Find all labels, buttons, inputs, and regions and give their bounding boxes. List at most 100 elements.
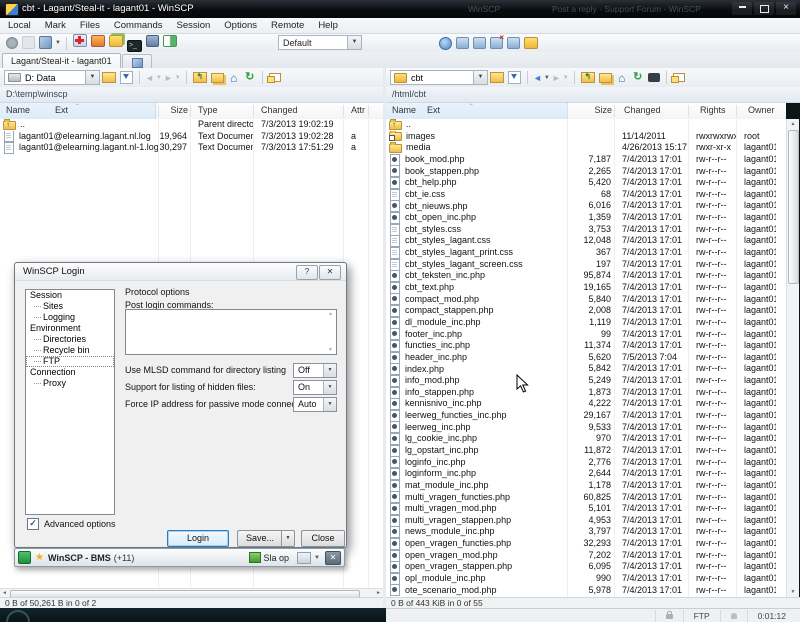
scroll-left-icon[interactable]: ◄ bbox=[0, 590, 9, 597]
column-owner[interactable]: Owner bbox=[748, 105, 775, 115]
remote-file-list[interactable]: ..images11/14/2011rwxrwxrwxrootmedia4/26… bbox=[386, 119, 786, 597]
refresh-icon[interactable]: ↻ bbox=[632, 72, 644, 84]
forward-icon[interactable]: ► bbox=[552, 73, 561, 83]
tree-item-directories[interactable]: Directories bbox=[26, 334, 114, 345]
table-row[interactable]: footer_inc.php997/4/2013 17:01rw-r--r--l… bbox=[386, 329, 786, 341]
scrollbar-thumb[interactable] bbox=[788, 130, 799, 284]
table-row[interactable]: info_mod.php5,2497/4/2013 17:01rw-r--r--… bbox=[386, 375, 786, 387]
column-ext[interactable]: Ext bbox=[427, 105, 440, 115]
stored-sessions-dropdown-icon[interactable]: ▼ bbox=[55, 40, 61, 46]
option-select[interactable]: Auto▼ bbox=[293, 397, 337, 412]
add-symlink-icon[interactable] bbox=[269, 73, 281, 82]
filter-icon[interactable] bbox=[508, 71, 521, 84]
directory-tree-icon[interactable] bbox=[599, 73, 612, 83]
column-ext[interactable]: Ext bbox=[55, 105, 68, 115]
column-changed[interactable]: Changed bbox=[624, 105, 661, 115]
save-button[interactable]: Save... ▼ bbox=[237, 530, 295, 547]
table-row[interactable]: cbt_help.php5,4207/4/2013 17:01rw-r--r--… bbox=[386, 177, 786, 189]
filter-icon[interactable] bbox=[120, 71, 133, 84]
bms-save-button[interactable]: Sla op bbox=[264, 553, 290, 563]
parent-directory-icon[interactable]: ↰ bbox=[193, 72, 207, 83]
table-row[interactable]: lg_opstart_inc.php11,8727/4/2013 17:01rw… bbox=[386, 445, 786, 457]
back-icon[interactable]: ◄ bbox=[533, 73, 542, 83]
column-type[interactable]: Type bbox=[198, 105, 218, 115]
scroll-up-icon[interactable]: ▲ bbox=[788, 119, 798, 129]
compare-directories-icon[interactable] bbox=[109, 35, 123, 47]
new-session-tab[interactable] bbox=[122, 54, 152, 69]
option-select[interactable]: Off▼ bbox=[293, 363, 337, 378]
advanced-options-checkbox[interactable]: ✓ Advanced options bbox=[27, 518, 116, 530]
table-row[interactable]: open_vragen_mod.php7,2027/4/2013 17:01rw… bbox=[386, 550, 786, 562]
queue-disabled-icon[interactable] bbox=[22, 36, 35, 49]
table-row[interactable]: dl_module_inc.php1,1197/4/2013 17:01rw-r… bbox=[386, 317, 786, 329]
menu-item-remote[interactable]: Remote bbox=[271, 20, 304, 31]
transfer-profile-select[interactable]: Default ▼ bbox=[278, 35, 362, 50]
settings-tree[interactable]: SessionSitesLoggingEnvironmentDirectorie… bbox=[25, 289, 115, 515]
table-row[interactable]: index.php5,8427/4/2013 17:01rw-r--r--lag… bbox=[386, 363, 786, 375]
table-row[interactable]: loginfo_inc.php2,7767/4/2013 17:01rw-r--… bbox=[386, 457, 786, 469]
table-row[interactable]: compact_mod.php5,8407/4/2013 17:01rw-r--… bbox=[386, 294, 786, 306]
table-row[interactable]: cbt_nieuws.php6,0167/4/2013 17:01rw-r--r… bbox=[386, 200, 786, 212]
local-drive-select[interactable]: D: Data ▼ bbox=[4, 70, 100, 85]
table-row[interactable]: mat_module_inc.php1,1787/4/2013 17:01rw-… bbox=[386, 480, 786, 492]
table-row[interactable]: cbt_styles_lagant.css12,0487/4/2013 17:0… bbox=[386, 235, 786, 247]
sync-browse-2-icon[interactable] bbox=[473, 37, 486, 49]
remote-column-header[interactable]: Name Ext ˆ Size Changed Rights Owner bbox=[386, 103, 786, 120]
table-row[interactable]: news_module_inc.php3,7977/4/2013 17:01rw… bbox=[386, 526, 786, 538]
preferences-icon[interactable] bbox=[6, 37, 18, 49]
tree-item-connection[interactable]: Connection bbox=[26, 367, 114, 378]
table-row[interactable]: opl_module_inc.php9907/4/2013 17:01rw-r-… bbox=[386, 573, 786, 585]
close-icon[interactable]: ✕ bbox=[325, 551, 341, 565]
tree-item-ftp[interactable]: FTP bbox=[26, 356, 114, 367]
address-globe-icon[interactable] bbox=[439, 37, 452, 50]
window-icon[interactable] bbox=[297, 552, 311, 564]
directory-tree-icon[interactable] bbox=[211, 73, 224, 83]
scroll-right-icon[interactable]: ► bbox=[374, 590, 383, 597]
tree-item-sites[interactable]: Sites bbox=[26, 301, 114, 312]
layout-panes-icon[interactable] bbox=[163, 35, 177, 47]
local-path-bar[interactable]: D:\temp\winscp bbox=[0, 87, 383, 103]
refresh-icon[interactable]: ↻ bbox=[244, 72, 256, 84]
connection-plug-icon[interactable] bbox=[146, 35, 159, 47]
table-row[interactable]: images11/14/2011rwxrwxrwxroot bbox=[386, 131, 786, 143]
table-row[interactable]: open_vragen_stappen.php6,0957/4/2013 17:… bbox=[386, 561, 786, 573]
table-row[interactable]: lagant01@elearning.lagant.nl-1.log30,297… bbox=[0, 142, 383, 154]
stored-sessions-icon[interactable] bbox=[39, 36, 52, 49]
find-files-icon[interactable] bbox=[648, 73, 660, 82]
save-dropdown-icon[interactable]: ▼ bbox=[281, 531, 294, 546]
table-row[interactable]: compact_stappen.php2,0087/4/2013 17:01rw… bbox=[386, 305, 786, 317]
table-row[interactable]: .. bbox=[386, 119, 786, 131]
table-row[interactable]: cbt_styles_lagant_screen.css1977/4/2013 … bbox=[386, 259, 786, 271]
tree-item-proxy[interactable]: Proxy bbox=[26, 378, 114, 389]
table-row[interactable]: header_inc.php5,6207/5/2013 7:04rw-r--r-… bbox=[386, 352, 786, 364]
option-select[interactable]: On▼ bbox=[293, 380, 337, 395]
remote-path-bar[interactable]: /html/cbt bbox=[386, 87, 800, 103]
column-rights[interactable]: Rights bbox=[700, 105, 726, 115]
tree-item-recycle-bin[interactable]: Recycle bin bbox=[26, 345, 114, 356]
table-row[interactable]: multi_vragen_functies.php60,8257/4/2013 … bbox=[386, 492, 786, 504]
table-row[interactable]: lg_cookie_inc.php9707/4/2013 17:01rw-r--… bbox=[386, 433, 786, 445]
synchronize-icon[interactable] bbox=[73, 34, 87, 47]
close-button[interactable]: × bbox=[776, 2, 796, 15]
remote-vertical-scrollbar[interactable]: ▲ ▼ bbox=[786, 119, 799, 597]
tree-item-environment[interactable]: Environment bbox=[26, 323, 114, 334]
post-login-commands-input[interactable]: ▲ ▼ bbox=[125, 309, 337, 355]
table-row[interactable]: book_mod.php7,1877/4/2013 17:01rw-r--r--… bbox=[386, 154, 786, 166]
table-row[interactable]: cbt_teksten_inc.php95,8747/4/2013 17:01r… bbox=[386, 270, 786, 282]
transfer-settings-icon[interactable] bbox=[91, 35, 105, 47]
scroll-down-icon[interactable]: ▼ bbox=[788, 587, 798, 597]
menu-item-local[interactable]: Local bbox=[8, 20, 31, 31]
table-row[interactable]: info_stappen.php1,8737/4/2013 17:01rw-r-… bbox=[386, 387, 786, 399]
table-row[interactable]: book_stappen.php2,2657/4/2013 17:01rw-r-… bbox=[386, 166, 786, 178]
table-row[interactable]: leerweg_functies_inc.php29,1677/4/2013 1… bbox=[386, 410, 786, 422]
column-name[interactable]: Name bbox=[6, 105, 30, 115]
table-row[interactable]: cbt_text.php19,1657/4/2013 17:01rw-r--r-… bbox=[386, 282, 786, 294]
open-directory-icon[interactable] bbox=[490, 72, 504, 83]
table-row[interactable]: leerweg_inc.php9,5337/4/2013 17:01rw-r--… bbox=[386, 422, 786, 434]
table-row[interactable]: cbt_ie.css687/4/2013 17:01rw-r--r--lagan… bbox=[386, 189, 786, 201]
tree-item-session[interactable]: Session bbox=[26, 290, 114, 301]
table-row[interactable]: ..Parent directory7/3/2013 19:02:19 bbox=[0, 119, 383, 131]
session-tab-active[interactable]: Lagant/Steal-it - lagant01 bbox=[2, 53, 121, 69]
chevron-down-icon[interactable]: ▼ bbox=[314, 555, 320, 561]
sync-browse-3-icon[interactable] bbox=[490, 37, 503, 49]
